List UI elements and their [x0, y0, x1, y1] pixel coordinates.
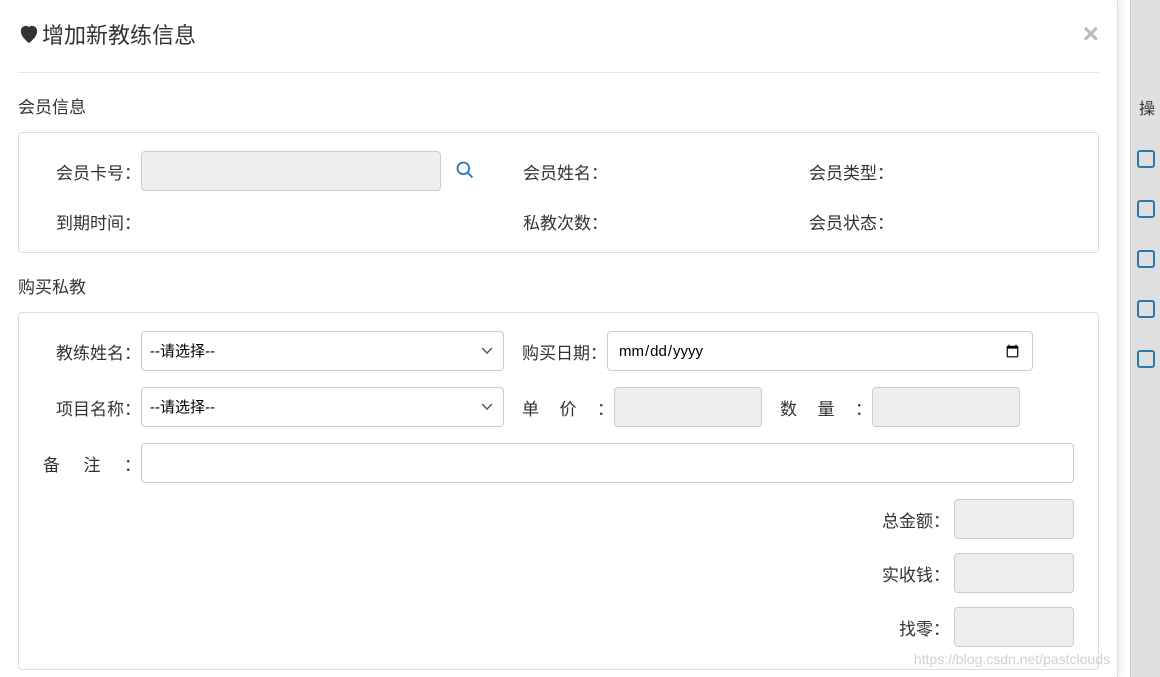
- remark-input[interactable]: [141, 443, 1074, 483]
- price-label: 单 价 ：: [522, 395, 614, 420]
- purchase-panel: 教练姓名： --请选择-- 购买日期： 项目名称： --请选择-- 单 价 ： …: [18, 312, 1099, 670]
- backdrop-action-icon: [1137, 200, 1155, 218]
- watermark-text: https://blog.csdn.net/pastclouds: [914, 651, 1110, 667]
- total-amount-label: 总金额：: [882, 507, 950, 532]
- paid-label: 实收钱：: [882, 561, 950, 586]
- modal-dialog: 增加新教练信息 × 会员信息 会员卡号： 会员姓名：: [0, 0, 1118, 677]
- purchase-date-input[interactable]: [607, 331, 1033, 371]
- purchase-section-title: 购买私教: [18, 273, 1099, 298]
- backdrop-action-icon: [1137, 300, 1155, 318]
- backdrop-action-icon: [1137, 150, 1155, 168]
- purchase-date-label: 购买日期：: [522, 339, 607, 364]
- member-status-label: 会员状态：: [809, 209, 894, 234]
- change-input[interactable]: [954, 607, 1074, 647]
- modal-header: 增加新教练信息 ×: [18, 0, 1099, 73]
- quantity-label: 数 量 ：: [780, 395, 872, 420]
- backdrop-action-icon: [1137, 250, 1155, 268]
- total-amount-input[interactable]: [954, 499, 1074, 539]
- search-icon: [455, 160, 475, 183]
- backdrop-panel: 操: [1130, 0, 1160, 677]
- project-name-select[interactable]: --请选择--: [141, 387, 504, 427]
- modal-title: 增加新教练信息: [18, 18, 196, 50]
- expire-label: 到期时间：: [43, 209, 141, 234]
- paid-input[interactable]: [954, 553, 1074, 593]
- change-label: 找零：: [899, 615, 950, 640]
- remark-label: 备 注 ：: [43, 451, 141, 476]
- pt-count-label: 私教次数：: [523, 209, 608, 234]
- quantity-input[interactable]: [872, 387, 1020, 427]
- heart-icon: [18, 24, 40, 44]
- member-section-title: 会员信息: [18, 93, 1099, 118]
- member-name-label: 会员姓名：: [523, 159, 608, 184]
- coach-name-select[interactable]: --请选择--: [141, 331, 504, 371]
- backdrop-action-icon: [1137, 350, 1155, 368]
- close-button[interactable]: ×: [1083, 20, 1099, 48]
- card-no-input[interactable]: [141, 151, 441, 191]
- project-name-label: 项目名称：: [43, 395, 141, 420]
- search-button[interactable]: [455, 160, 475, 183]
- modal-title-text: 增加新教练信息: [42, 18, 196, 50]
- member-type-label: 会员类型：: [809, 159, 894, 184]
- coach-name-label: 教练姓名：: [43, 339, 141, 364]
- backdrop-header-char: 操: [1139, 95, 1155, 119]
- member-info-panel: 会员卡号： 会员姓名： 会员类型： 到期时间：: [18, 132, 1099, 253]
- price-input[interactable]: [614, 387, 762, 427]
- card-no-label: 会员卡号：: [43, 159, 141, 184]
